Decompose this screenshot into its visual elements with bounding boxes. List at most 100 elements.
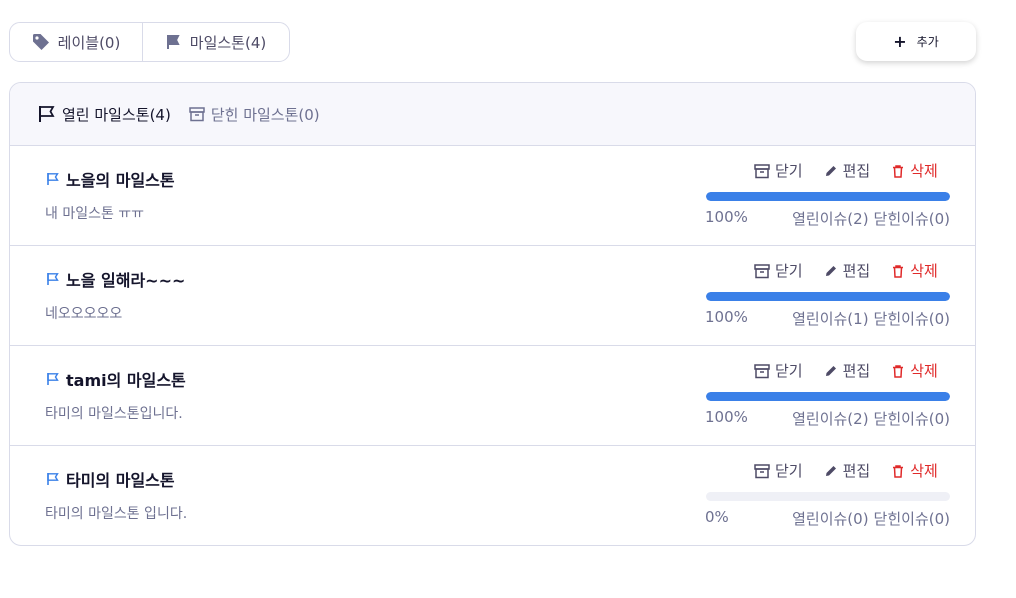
milestone-list-header: 열린 마일스톤(4) 닫힌 마일스톤(0)	[10, 83, 975, 146]
tab-milestones-text: 마일스톤(4)	[189, 33, 267, 52]
delete-milestone-button[interactable]: 삭제	[891, 160, 938, 181]
progress-bar-fill	[706, 392, 950, 401]
tag-icon	[32, 33, 50, 51]
milestone-actions: 닫기 편집 삭제	[754, 460, 938, 481]
close-milestone-button[interactable]: 닫기	[754, 260, 803, 281]
plus-icon: +	[893, 31, 907, 51]
filter-open-label: 열린 마일스톤(4)	[62, 105, 171, 124]
issue-counts: 열린이슈(2) 닫힌이슈(0)	[792, 208, 950, 229]
open-issue-count[interactable]: 열린이슈(2)	[792, 408, 868, 429]
milestone-title-text: tami의 마일스톤	[66, 371, 186, 390]
milestone-description: 타미의 마일스톤 입니다.	[45, 506, 188, 522]
open-issue-count[interactable]: 열린이슈(1)	[792, 308, 868, 329]
milestone-title[interactable]: 노을 일해라~~~	[46, 267, 185, 291]
milestone-title[interactable]: 노을의 마일스톤	[46, 167, 175, 191]
close-milestone-button[interactable]: 닫기	[754, 160, 803, 181]
edit-milestone-button[interactable]: 편집	[824, 360, 871, 381]
filter-open-milestones[interactable]: 열린 마일스톤(4)	[38, 104, 171, 125]
milestone-row: 노을 일해라~~~ 네오오오오오 닫기 편집 삭제 100% 열린이슈(1) 닫…	[10, 246, 975, 346]
archive-icon	[754, 463, 770, 479]
delete-label: 삭제	[910, 262, 938, 280]
close-milestone-button[interactable]: 닫기	[754, 360, 803, 381]
milestone-description: 내 마일스톤 ㅠㅠ	[45, 206, 145, 222]
tab-labels-text: 레이블(0)	[57, 33, 121, 52]
milestone-title-text: 노을 일해라~~~	[66, 271, 186, 290]
milestone-row: 타미의 마일스톤 타미의 마일스톤 입니다. 닫기 편집 삭제 0% 열린이슈(…	[10, 446, 975, 545]
archive-icon	[754, 363, 770, 379]
milestone-actions: 닫기 편집 삭제	[754, 160, 938, 181]
tab-group: 레이블(0) 마일스톤(4)	[9, 22, 290, 62]
close-label: 닫기	[775, 362, 803, 380]
archive-icon	[754, 163, 770, 179]
milestone-flag-icon	[46, 172, 60, 186]
progress-percent: 100%	[705, 208, 748, 226]
close-label: 닫기	[775, 462, 803, 480]
edit-label: 편집	[842, 262, 871, 280]
milestone-title-text: 타미의 마일스톤	[66, 471, 175, 490]
archive-icon	[754, 263, 770, 279]
milestone-description: 타미의 마일스톤입니다.	[45, 406, 183, 422]
milestone-row: tami의 마일스톤 타미의 마일스톤입니다. 닫기 편집 삭제 100% 열린…	[10, 346, 975, 446]
edit-milestone-button[interactable]: 편집	[824, 460, 871, 481]
add-button-label: 추가	[916, 35, 939, 49]
milestone-flag-icon	[46, 472, 60, 486]
milestone-title[interactable]: 타미의 마일스톤	[46, 467, 175, 491]
closed-issue-count[interactable]: 닫힌이슈(0)	[874, 408, 950, 429]
milestone-description: 네오오오오오	[45, 306, 123, 322]
close-milestone-button[interactable]: 닫기	[754, 460, 803, 481]
milestone-flag-icon	[46, 272, 60, 286]
issue-counts: 열린이슈(0) 닫힌이슈(0)	[792, 508, 950, 529]
milestone-list-panel: 열린 마일스톤(4) 닫힌 마일스톤(0) 노을의 마일스톤 내 마일스톤 ㅠㅠ…	[9, 82, 976, 546]
delete-milestone-button[interactable]: 삭제	[891, 260, 938, 281]
edit-label: 편집	[842, 162, 871, 180]
close-label: 닫기	[775, 162, 803, 180]
tab-labels[interactable]: 레이블(0)	[10, 23, 143, 61]
closed-issue-count[interactable]: 닫힌이슈(0)	[874, 508, 950, 529]
milestone-actions: 닫기 편집 삭제	[754, 360, 938, 381]
edit-label: 편집	[842, 362, 871, 380]
progress-bar	[706, 492, 950, 501]
delete-milestone-button[interactable]: 삭제	[891, 460, 938, 481]
pencil-icon	[824, 264, 838, 278]
close-label: 닫기	[775, 262, 803, 280]
flag-outline-icon	[38, 105, 56, 123]
progress-bar-fill	[706, 292, 950, 301]
filter-closed-label: 닫힌 마일스톤(0)	[210, 105, 320, 124]
edit-milestone-button[interactable]: 편집	[824, 160, 871, 181]
trash-icon	[891, 164, 905, 178]
delete-label: 삭제	[910, 162, 938, 180]
issue-counts: 열린이슈(2) 닫힌이슈(0)	[792, 408, 950, 429]
progress-bar-fill	[706, 192, 950, 201]
milestone-title[interactable]: tami의 마일스톤	[46, 367, 186, 391]
milestone-title-text: 노을의 마일스톤	[66, 171, 175, 190]
issue-counts: 열린이슈(1) 닫힌이슈(0)	[792, 308, 950, 329]
closed-issue-count[interactable]: 닫힌이슈(0)	[874, 308, 950, 329]
flag-icon	[166, 34, 182, 50]
progress-percent: 0%	[705, 508, 729, 526]
trash-icon	[891, 464, 905, 478]
pencil-icon	[824, 164, 838, 178]
progress-bar	[706, 392, 950, 401]
milestone-actions: 닫기 편집 삭제	[754, 260, 938, 281]
edit-label: 편집	[842, 462, 871, 480]
milestone-flag-icon	[46, 372, 60, 386]
archive-icon	[189, 106, 205, 122]
trash-icon	[891, 364, 905, 378]
delete-label: 삭제	[910, 462, 938, 480]
progress-percent: 100%	[705, 308, 748, 326]
closed-issue-count[interactable]: 닫힌이슈(0)	[874, 208, 950, 229]
trash-icon	[891, 264, 905, 278]
filter-closed-milestones[interactable]: 닫힌 마일스톤(0)	[189, 104, 320, 125]
open-issue-count[interactable]: 열린이슈(0)	[792, 508, 868, 529]
tab-milestones[interactable]: 마일스톤(4)	[143, 23, 289, 61]
add-milestone-button[interactable]: + 추가	[856, 22, 976, 61]
pencil-icon	[824, 364, 838, 378]
pencil-icon	[824, 464, 838, 478]
open-issue-count[interactable]: 열린이슈(2)	[792, 208, 868, 229]
edit-milestone-button[interactable]: 편집	[824, 260, 871, 281]
progress-bar	[706, 292, 950, 301]
delete-label: 삭제	[910, 362, 938, 380]
milestone-row: 노을의 마일스톤 내 마일스톤 ㅠㅠ 닫기 편집 삭제 100% 열린이슈(2)…	[10, 146, 975, 246]
delete-milestone-button[interactable]: 삭제	[891, 360, 938, 381]
progress-percent: 100%	[705, 408, 748, 426]
